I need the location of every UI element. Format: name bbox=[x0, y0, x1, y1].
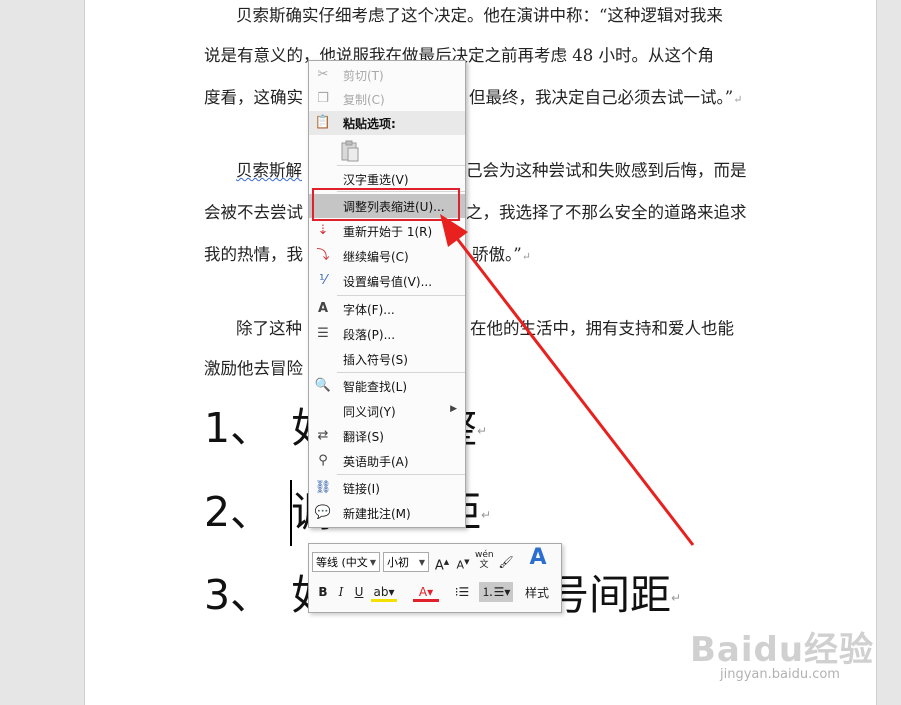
restart-numbering-icon: ⇣ bbox=[317, 223, 329, 238]
doc-line: 度看，这确实 bbox=[204, 88, 303, 107]
menu-item-insert-symbol[interactable]: 插入符号(S) bbox=[309, 347, 465, 371]
phonetic-guide-icon[interactable]: wén 文 bbox=[475, 550, 494, 570]
paragraph-icon: ☰ bbox=[317, 326, 329, 341]
clipboard-icon: 📋 bbox=[314, 115, 332, 130]
scissors-icon: ✂ bbox=[317, 67, 329, 82]
continue-numbering-icon: ⤵ bbox=[316, 248, 330, 263]
menu-item-smart-lookup[interactable]: 🔍 智能查找(L) bbox=[309, 374, 465, 398]
doc-line: 之，我选择了不那么安全的道路来追求 bbox=[466, 203, 747, 222]
italic-button[interactable]: I bbox=[332, 582, 350, 602]
grow-font-icon[interactable]: A▲ bbox=[433, 552, 451, 573]
bullets-icon[interactable]: ⁝☰ bbox=[449, 582, 475, 602]
submenu-arrow-icon: ▶ bbox=[450, 404, 457, 414]
doc-line: 除了这种 bbox=[236, 319, 302, 338]
search-icon: 🔍 bbox=[314, 378, 332, 393]
font-name-select[interactable]: 等线 (中文 ▼ bbox=[312, 552, 380, 572]
text-cursor bbox=[290, 480, 292, 546]
paste-keep-text-icon[interactable] bbox=[340, 140, 360, 162]
menu-item-cut[interactable]: ✂ 剪切(T) bbox=[309, 63, 465, 87]
doc-line: 贝索斯确实仔细考虑了这个决定。他在演讲中称：“这种逻辑对我来 bbox=[236, 6, 723, 25]
menu-item-font[interactable]: A 字体(F)... bbox=[309, 297, 465, 321]
baidu-logo: Baidu经验 bbox=[690, 630, 875, 670]
comment-icon: 💬 bbox=[314, 505, 332, 520]
context-menu: ✂ 剪切(T) ❐ 复制(C) 📋 粘贴选项: 汉字重选(V) 调整列表缩进(U)..… bbox=[308, 60, 466, 528]
menu-item-set-numbering-value[interactable]: ⅟ 设置编号值(V)... bbox=[309, 269, 465, 293]
doc-line: 己会为这种尝试和失败感到后悔，而是 bbox=[466, 161, 747, 180]
copy-icon: ❐ bbox=[317, 91, 329, 106]
watermark-url: jingyan.baidu.com bbox=[720, 667, 840, 682]
menu-header-paste-options: 📋 粘贴选项: bbox=[309, 111, 465, 135]
menu-item-synonyms[interactable]: 同义词(Y) ▶ bbox=[309, 399, 465, 423]
font-size-select[interactable]: 小初 ▼ bbox=[383, 552, 429, 572]
underline-button[interactable]: U bbox=[350, 582, 368, 602]
font-icon: A bbox=[317, 301, 329, 316]
highlight-color-icon[interactable]: ab▾ bbox=[371, 582, 397, 602]
menu-separator bbox=[337, 165, 465, 166]
menu-item-link[interactable]: ⛓ 链接(I) bbox=[309, 476, 465, 500]
link-icon: ⛓ bbox=[314, 480, 332, 495]
styles-icon[interactable]: A bbox=[523, 547, 553, 569]
chevron-down-icon: ▼ bbox=[369, 558, 376, 567]
format-painter-icon[interactable]: 🖌 bbox=[497, 552, 515, 572]
list-item-tail: 号间距↵ bbox=[548, 571, 682, 619]
styles-label: 样式 bbox=[525, 586, 550, 600]
menu-separator bbox=[337, 295, 465, 296]
font-color-icon[interactable]: A▾ bbox=[413, 582, 439, 602]
menu-separator bbox=[337, 474, 465, 475]
bold-button[interactable]: B bbox=[314, 582, 332, 602]
menu-item-continue-numbering[interactable]: ⤵ 继续编号(C) bbox=[309, 244, 465, 268]
chevron-down-icon: ▼ bbox=[418, 558, 425, 567]
highlight-box bbox=[312, 188, 460, 221]
mini-toolbar: 等线 (中文 ▼ 小初 ▼ A▲ A▼ wén 文 🖌 A B I U ab▾ A▾ … bbox=[308, 543, 562, 613]
numbering-value-icon: ⅟ bbox=[319, 273, 327, 288]
doc-line: 激励他去冒险 bbox=[204, 359, 303, 378]
menu-separator bbox=[337, 372, 465, 373]
doc-line: 贝索斯解 bbox=[236, 161, 302, 180]
numbering-icon[interactable]: ⒈☰▾ bbox=[479, 582, 513, 602]
translate-icon: ⇄ bbox=[317, 428, 329, 443]
menu-item-translate[interactable]: ⇄ 翻译(S) bbox=[309, 424, 465, 448]
doc-line: 在他的生活中，拥有支持和爱人也能 bbox=[470, 319, 734, 338]
shrink-font-icon[interactable]: A▼ bbox=[454, 552, 472, 572]
english-assistant-icon: ⚲ bbox=[318, 453, 328, 468]
doc-line: 骄傲。”↵ bbox=[472, 245, 531, 264]
menu-item-paragraph[interactable]: ☰ 段落(P)... bbox=[309, 322, 465, 346]
menu-item-restart-at-1[interactable]: ⇣ 重新开始于 1(R) bbox=[309, 219, 465, 243]
doc-line: 我的热情，我 bbox=[204, 245, 303, 264]
menu-item-new-comment[interactable]: 💬 新建批注(M) bbox=[309, 501, 465, 525]
doc-line: 但最终，我决定自己必须去试一试。”↵ bbox=[469, 88, 743, 107]
doc-line: 会被不去尝试 bbox=[204, 203, 303, 222]
menu-item-english-assistant[interactable]: ⚲ 英语助手(A) bbox=[309, 449, 465, 473]
menu-item-copy[interactable]: ❐ 复制(C) bbox=[309, 87, 465, 111]
